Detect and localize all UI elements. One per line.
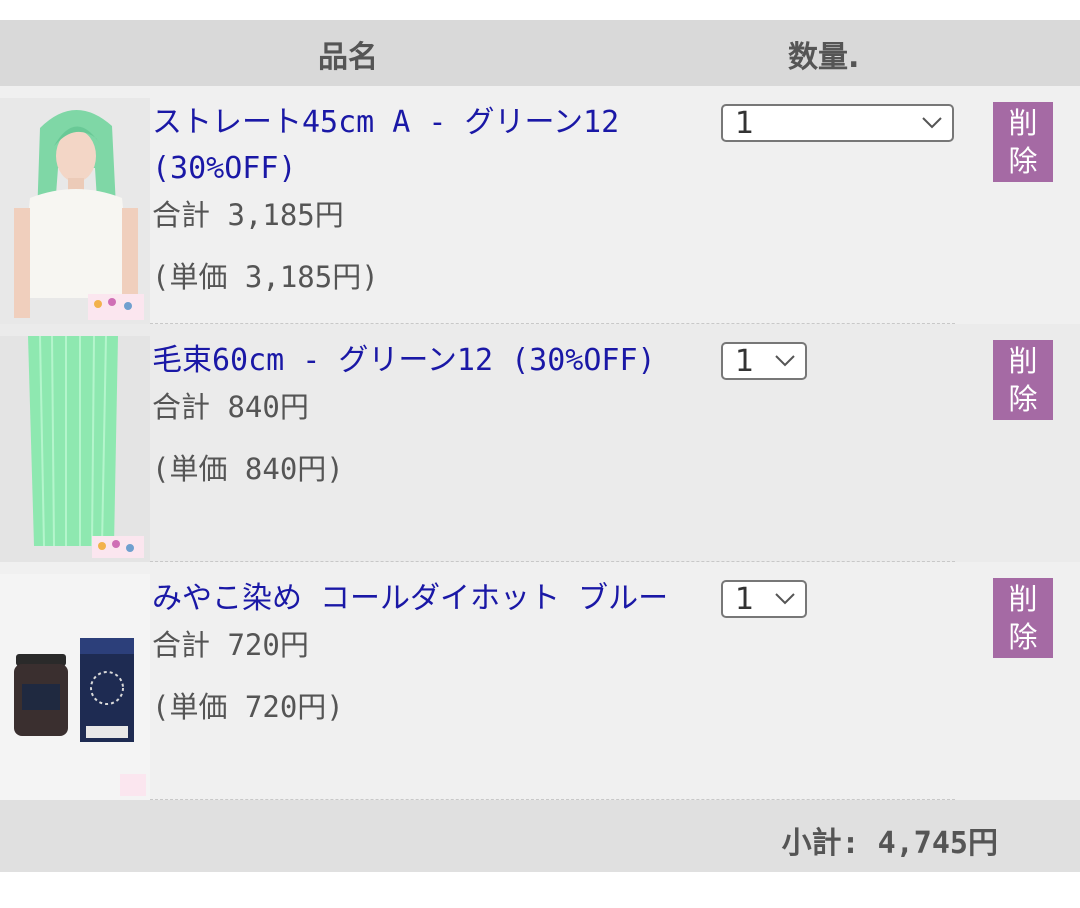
item-title-link[interactable]: みやこ染め コールダイホット ブルー [152, 576, 692, 622]
item-title-link[interactable]: 毛束60cm - グリーン12 (30%OFF) [152, 338, 692, 384]
item-unit-price: (単価 840円) [152, 452, 344, 486]
quantity-value: 1 [735, 105, 755, 141]
product-image[interactable] [0, 336, 150, 562]
quantity-value: 1 [735, 343, 755, 379]
delete-label-bottom: 除 [1008, 382, 1038, 416]
item-total: 合計 720円 [152, 628, 309, 662]
item-unit-price: (単価 720円) [152, 690, 344, 724]
column-header-quantity: 数量. [788, 40, 860, 75]
subtotal: 小計: 4,745円 [781, 826, 998, 861]
delete-label-bottom: 除 [1008, 620, 1038, 654]
quantity-select[interactable]: 1 [721, 104, 954, 142]
item-info: 毛束60cm - グリーン12 (30%OFF) 合計 840円 (単価 840… [152, 338, 692, 492]
chevron-down-icon [765, 592, 805, 606]
chevron-down-icon [912, 116, 952, 130]
delete-button[interactable]: 削 除 [993, 340, 1053, 420]
delete-label-top: 削 [1008, 344, 1038, 378]
delete-label-top: 削 [1008, 106, 1038, 140]
product-image[interactable] [0, 98, 150, 324]
cart-item: ストレート45cm A - グリーン12 (30%OFF) 合計 3,185円 … [0, 86, 1080, 324]
delete-label-top: 削 [1008, 582, 1038, 616]
chevron-down-icon [765, 354, 805, 368]
item-title-link[interactable]: ストレート45cm A - グリーン12 (30%OFF) [152, 100, 692, 192]
item-total: 合計 3,185円 [152, 198, 344, 232]
column-header-name: 品名 [318, 40, 378, 75]
cart-header: 品名 数量. [0, 20, 1080, 86]
delete-button[interactable]: 削 除 [993, 578, 1053, 658]
quantity-value: 1 [735, 581, 755, 617]
cart-footer: 小計: 4,745円 [0, 800, 1080, 872]
item-unit-price: (単価 3,185円) [152, 260, 379, 294]
cart-table: 品名 数量. ストレート45cm A - グリーン12 (30%OFF) 合計 … [0, 20, 1080, 872]
item-info: ストレート45cm A - グリーン12 (30%OFF) 合計 3,185円 … [152, 100, 692, 300]
quantity-select[interactable]: 1 [721, 342, 807, 380]
cart-item: みやこ染め コールダイホット ブルー 合計 720円 (単価 720円) 1 削… [0, 562, 1080, 800]
delete-button[interactable]: 削 除 [993, 102, 1053, 182]
cart-item: 毛束60cm - グリーン12 (30%OFF) 合計 840円 (単価 840… [0, 324, 1080, 562]
quantity-select[interactable]: 1 [721, 580, 807, 618]
item-total: 合計 840円 [152, 390, 309, 424]
product-image[interactable] [0, 574, 150, 800]
delete-label-bottom: 除 [1008, 144, 1038, 178]
item-info: みやこ染め コールダイホット ブルー 合計 720円 (単価 720円) [152, 576, 692, 730]
